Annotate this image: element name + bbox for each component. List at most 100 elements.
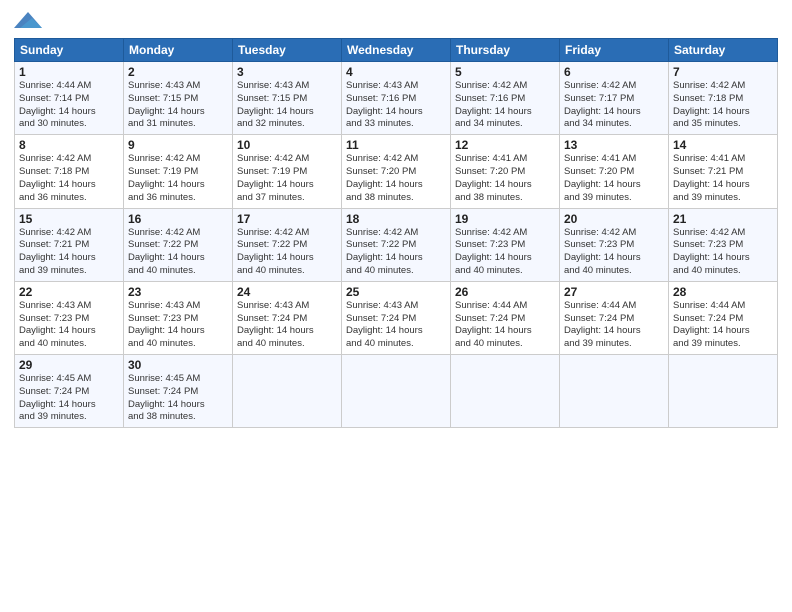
day-info: Sunrise: 4:42 AMSunset: 7:19 PMDaylight:… (128, 153, 228, 204)
day-header-monday: Monday (124, 39, 233, 62)
calendar-cell: 26Sunrise: 4:44 AMSunset: 7:24 PMDayligh… (451, 281, 560, 354)
day-number: 30 (128, 358, 228, 372)
day-number: 6 (564, 65, 664, 79)
calendar-cell (342, 355, 451, 428)
day-number: 5 (455, 65, 555, 79)
calendar-cell: 23Sunrise: 4:43 AMSunset: 7:23 PMDayligh… (124, 281, 233, 354)
calendar-cell: 10Sunrise: 4:42 AMSunset: 7:19 PMDayligh… (233, 135, 342, 208)
day-number: 4 (346, 65, 446, 79)
day-info: Sunrise: 4:42 AMSunset: 7:17 PMDaylight:… (564, 80, 664, 131)
calendar-cell: 30Sunrise: 4:45 AMSunset: 7:24 PMDayligh… (124, 355, 233, 428)
logo-icon (14, 10, 42, 32)
calendar-week-5: 29Sunrise: 4:45 AMSunset: 7:24 PMDayligh… (15, 355, 778, 428)
day-number: 20 (564, 212, 664, 226)
day-number: 19 (455, 212, 555, 226)
calendar-cell: 7Sunrise: 4:42 AMSunset: 7:18 PMDaylight… (669, 62, 778, 135)
day-number: 11 (346, 138, 446, 152)
calendar-cell: 28Sunrise: 4:44 AMSunset: 7:24 PMDayligh… (669, 281, 778, 354)
day-header-saturday: Saturday (669, 39, 778, 62)
header (14, 10, 778, 32)
day-info: Sunrise: 4:44 AMSunset: 7:24 PMDaylight:… (564, 300, 664, 351)
calendar-cell (451, 355, 560, 428)
calendar-cell: 20Sunrise: 4:42 AMSunset: 7:23 PMDayligh… (560, 208, 669, 281)
calendar-cell: 27Sunrise: 4:44 AMSunset: 7:24 PMDayligh… (560, 281, 669, 354)
day-number: 13 (564, 138, 664, 152)
day-info: Sunrise: 4:41 AMSunset: 7:20 PMDaylight:… (455, 153, 555, 204)
day-info: Sunrise: 4:42 AMSunset: 7:21 PMDaylight:… (19, 227, 119, 278)
day-info: Sunrise: 4:43 AMSunset: 7:24 PMDaylight:… (346, 300, 446, 351)
day-number: 24 (237, 285, 337, 299)
day-info: Sunrise: 4:42 AMSunset: 7:16 PMDaylight:… (455, 80, 555, 131)
calendar-cell: 9Sunrise: 4:42 AMSunset: 7:19 PMDaylight… (124, 135, 233, 208)
calendar-cell (233, 355, 342, 428)
day-number: 8 (19, 138, 119, 152)
day-number: 29 (19, 358, 119, 372)
calendar-cell: 15Sunrise: 4:42 AMSunset: 7:21 PMDayligh… (15, 208, 124, 281)
calendar-cell (560, 355, 669, 428)
calendar-cell: 4Sunrise: 4:43 AMSunset: 7:16 PMDaylight… (342, 62, 451, 135)
day-number: 14 (673, 138, 773, 152)
day-number: 16 (128, 212, 228, 226)
day-number: 15 (19, 212, 119, 226)
logo (14, 10, 46, 32)
day-number: 28 (673, 285, 773, 299)
calendar-cell: 25Sunrise: 4:43 AMSunset: 7:24 PMDayligh… (342, 281, 451, 354)
day-info: Sunrise: 4:41 AMSunset: 7:21 PMDaylight:… (673, 153, 773, 204)
calendar-cell: 2Sunrise: 4:43 AMSunset: 7:15 PMDaylight… (124, 62, 233, 135)
calendar-cell: 18Sunrise: 4:42 AMSunset: 7:22 PMDayligh… (342, 208, 451, 281)
calendar-cell: 6Sunrise: 4:42 AMSunset: 7:17 PMDaylight… (560, 62, 669, 135)
day-info: Sunrise: 4:43 AMSunset: 7:23 PMDaylight:… (128, 300, 228, 351)
day-info: Sunrise: 4:45 AMSunset: 7:24 PMDaylight:… (128, 373, 228, 424)
day-info: Sunrise: 4:42 AMSunset: 7:22 PMDaylight:… (237, 227, 337, 278)
calendar-week-4: 22Sunrise: 4:43 AMSunset: 7:23 PMDayligh… (15, 281, 778, 354)
day-info: Sunrise: 4:43 AMSunset: 7:15 PMDaylight:… (237, 80, 337, 131)
day-info: Sunrise: 4:42 AMSunset: 7:23 PMDaylight:… (455, 227, 555, 278)
day-info: Sunrise: 4:42 AMSunset: 7:22 PMDaylight:… (346, 227, 446, 278)
day-number: 25 (346, 285, 446, 299)
calendar-cell (669, 355, 778, 428)
page: SundayMondayTuesdayWednesdayThursdayFrid… (0, 0, 792, 612)
calendar-cell: 14Sunrise: 4:41 AMSunset: 7:21 PMDayligh… (669, 135, 778, 208)
day-number: 27 (564, 285, 664, 299)
calendar-cell: 5Sunrise: 4:42 AMSunset: 7:16 PMDaylight… (451, 62, 560, 135)
calendar-header-row: SundayMondayTuesdayWednesdayThursdayFrid… (15, 39, 778, 62)
calendar-cell: 22Sunrise: 4:43 AMSunset: 7:23 PMDayligh… (15, 281, 124, 354)
day-info: Sunrise: 4:42 AMSunset: 7:23 PMDaylight:… (673, 227, 773, 278)
day-number: 23 (128, 285, 228, 299)
day-number: 21 (673, 212, 773, 226)
day-number: 17 (237, 212, 337, 226)
day-info: Sunrise: 4:42 AMSunset: 7:18 PMDaylight:… (673, 80, 773, 131)
day-number: 10 (237, 138, 337, 152)
calendar-cell: 12Sunrise: 4:41 AMSunset: 7:20 PMDayligh… (451, 135, 560, 208)
day-info: Sunrise: 4:43 AMSunset: 7:23 PMDaylight:… (19, 300, 119, 351)
day-number: 9 (128, 138, 228, 152)
day-number: 26 (455, 285, 555, 299)
calendar-table: SundayMondayTuesdayWednesdayThursdayFrid… (14, 38, 778, 428)
day-number: 3 (237, 65, 337, 79)
calendar-cell: 3Sunrise: 4:43 AMSunset: 7:15 PMDaylight… (233, 62, 342, 135)
calendar-cell: 29Sunrise: 4:45 AMSunset: 7:24 PMDayligh… (15, 355, 124, 428)
calendar-week-2: 8Sunrise: 4:42 AMSunset: 7:18 PMDaylight… (15, 135, 778, 208)
day-info: Sunrise: 4:42 AMSunset: 7:22 PMDaylight:… (128, 227, 228, 278)
day-info: Sunrise: 4:44 AMSunset: 7:24 PMDaylight:… (455, 300, 555, 351)
day-info: Sunrise: 4:42 AMSunset: 7:19 PMDaylight:… (237, 153, 337, 204)
day-info: Sunrise: 4:43 AMSunset: 7:24 PMDaylight:… (237, 300, 337, 351)
calendar-cell: 13Sunrise: 4:41 AMSunset: 7:20 PMDayligh… (560, 135, 669, 208)
calendar-cell: 11Sunrise: 4:42 AMSunset: 7:20 PMDayligh… (342, 135, 451, 208)
day-header-thursday: Thursday (451, 39, 560, 62)
day-info: Sunrise: 4:41 AMSunset: 7:20 PMDaylight:… (564, 153, 664, 204)
day-header-friday: Friday (560, 39, 669, 62)
calendar-cell: 17Sunrise: 4:42 AMSunset: 7:22 PMDayligh… (233, 208, 342, 281)
day-number: 7 (673, 65, 773, 79)
calendar-cell: 1Sunrise: 4:44 AMSunset: 7:14 PMDaylight… (15, 62, 124, 135)
calendar-cell: 21Sunrise: 4:42 AMSunset: 7:23 PMDayligh… (669, 208, 778, 281)
day-info: Sunrise: 4:45 AMSunset: 7:24 PMDaylight:… (19, 373, 119, 424)
day-number: 22 (19, 285, 119, 299)
calendar-cell: 8Sunrise: 4:42 AMSunset: 7:18 PMDaylight… (15, 135, 124, 208)
day-info: Sunrise: 4:42 AMSunset: 7:23 PMDaylight:… (564, 227, 664, 278)
calendar-cell: 24Sunrise: 4:43 AMSunset: 7:24 PMDayligh… (233, 281, 342, 354)
day-info: Sunrise: 4:44 AMSunset: 7:14 PMDaylight:… (19, 80, 119, 131)
day-number: 1 (19, 65, 119, 79)
day-number: 12 (455, 138, 555, 152)
day-info: Sunrise: 4:44 AMSunset: 7:24 PMDaylight:… (673, 300, 773, 351)
